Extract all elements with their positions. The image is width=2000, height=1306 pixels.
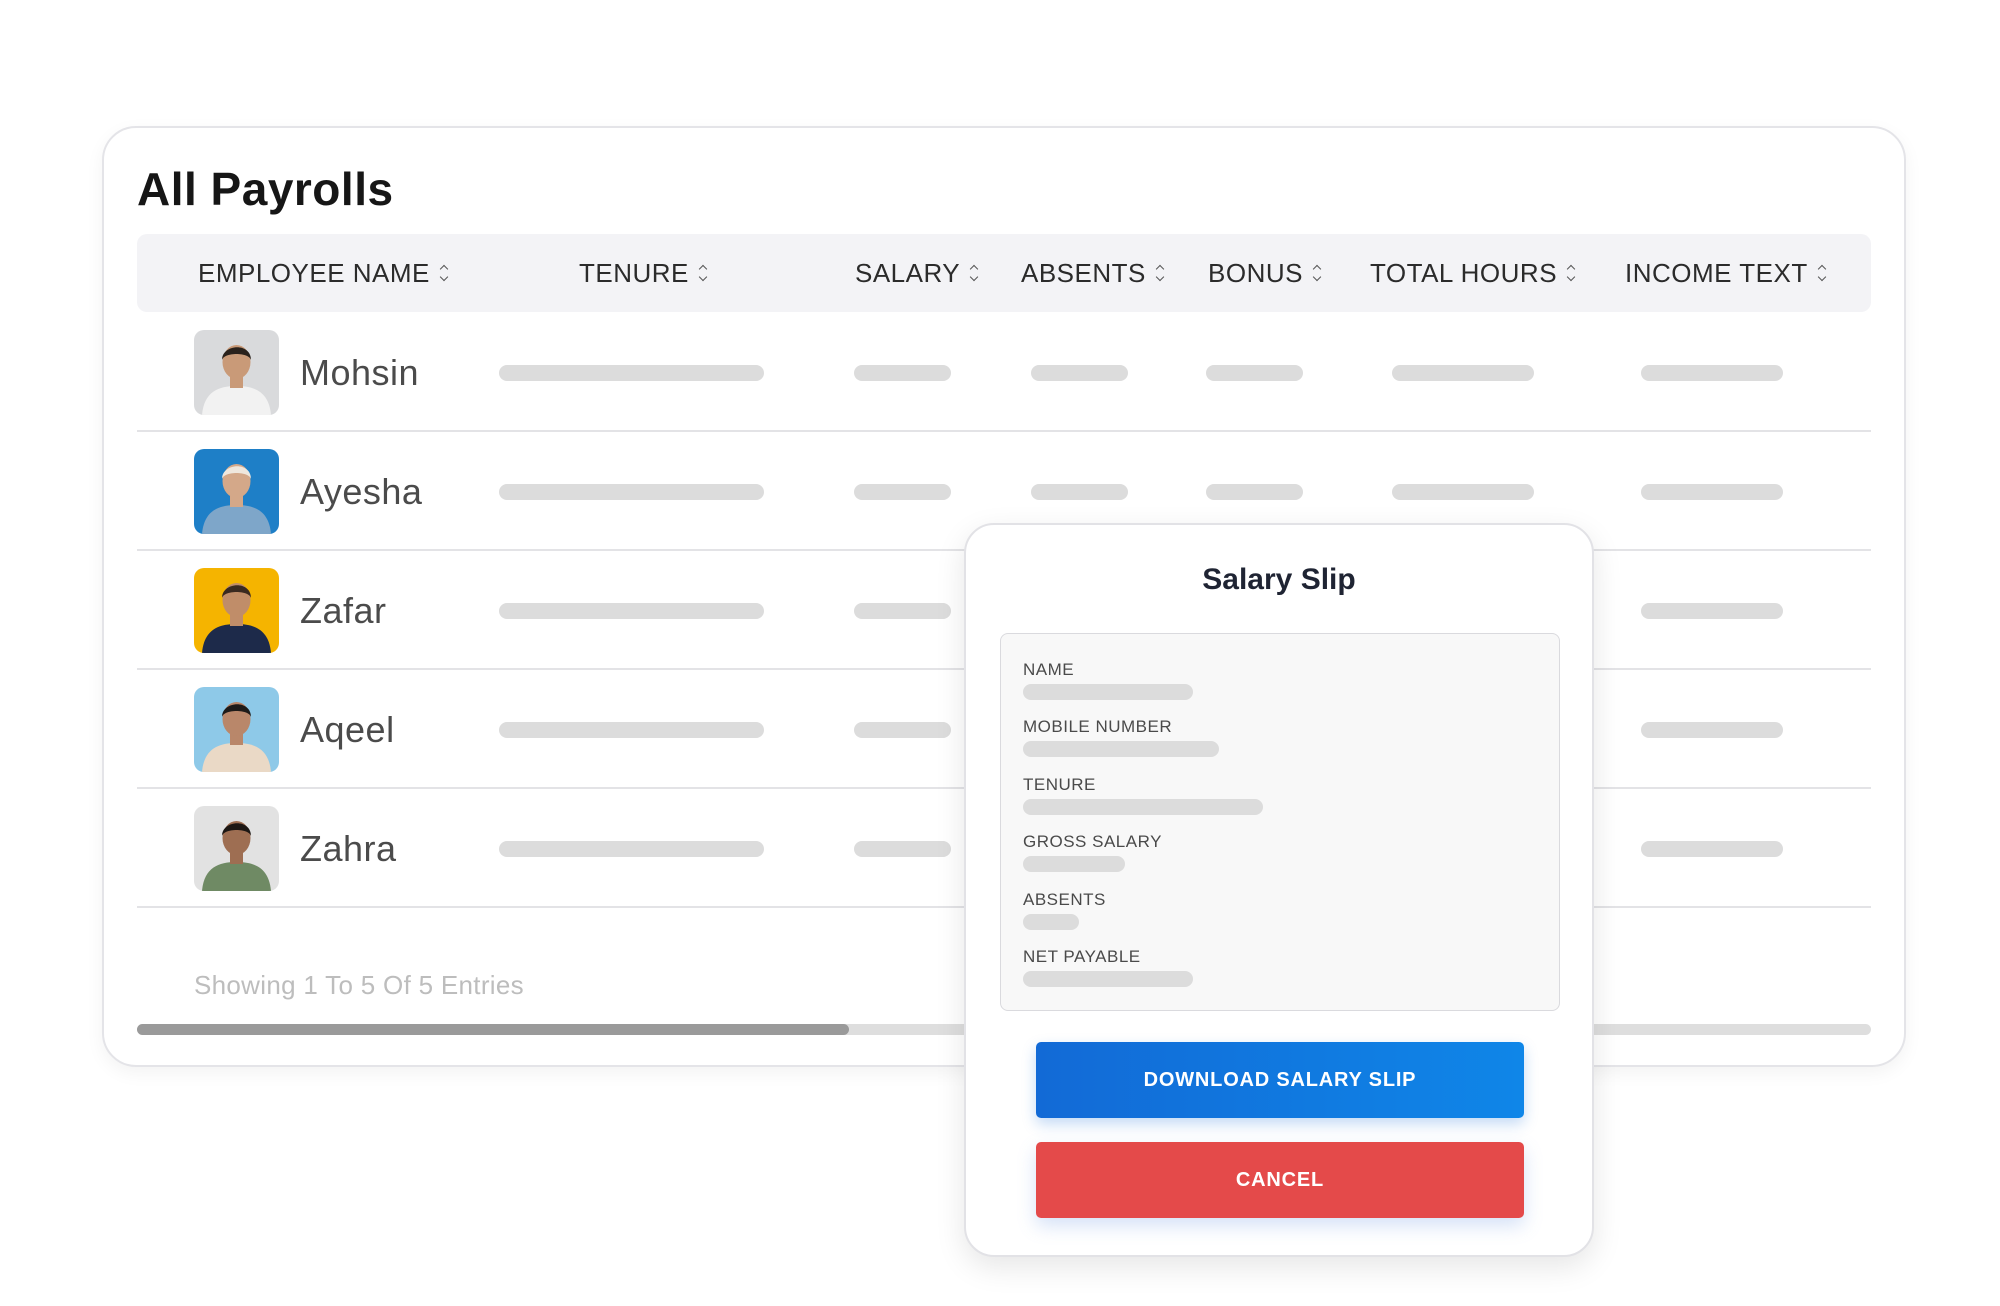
income-text-placeholder xyxy=(1641,603,1783,619)
tenure-placeholder xyxy=(499,722,764,738)
absents-placeholder xyxy=(1031,484,1128,500)
field-label-mobile-number: MOBILE NUMBER xyxy=(1023,717,1173,736)
scrollbar-thumb[interactable] xyxy=(137,1024,849,1035)
cancel-button[interactable]: CANCEL xyxy=(1036,1142,1524,1218)
field-label-absents: ABSENTS xyxy=(1023,890,1106,909)
tenure-placeholder xyxy=(499,603,764,619)
table-row[interactable]: Mohsin xyxy=(137,313,1871,432)
avatar xyxy=(194,806,279,891)
salary-placeholder xyxy=(854,365,951,381)
header-label: TOTAL HOURS xyxy=(1370,257,1558,288)
income-text-placeholder xyxy=(1641,841,1783,857)
page-title: All Payrolls xyxy=(137,163,394,215)
field-label-tenure: TENURE xyxy=(1023,775,1096,794)
header-label: EMPLOYEE NAME xyxy=(198,257,430,288)
header-label: BONUS xyxy=(1208,257,1303,288)
tenure-placeholder xyxy=(499,484,764,500)
salary-slip-details: NAME MOBILE NUMBER TENURE GROSS SALARY A… xyxy=(1000,633,1560,1011)
salary-placeholder xyxy=(854,722,951,738)
tenure-placeholder xyxy=(499,365,764,381)
field-label-net-payable: NET PAYABLE xyxy=(1023,947,1141,966)
field-value-placeholder xyxy=(1023,971,1193,987)
field-value-placeholder xyxy=(1023,914,1079,930)
employee-name: Zafar xyxy=(300,590,387,631)
sort-icon[interactable] xyxy=(440,264,450,282)
avatar xyxy=(194,687,279,772)
salary-placeholder xyxy=(854,484,951,500)
header-total-hours[interactable]: TOTAL HOURS xyxy=(1370,234,1577,312)
field-value-placeholder xyxy=(1023,741,1219,757)
income-text-placeholder xyxy=(1641,365,1783,381)
header-label: TENURE xyxy=(579,257,689,288)
header-income-text[interactable]: INCOME TEXT xyxy=(1625,234,1828,312)
income-text-placeholder xyxy=(1641,484,1783,500)
avatar xyxy=(194,330,279,415)
sort-icon[interactable] xyxy=(1567,264,1577,282)
avatar xyxy=(194,568,279,653)
salary-placeholder xyxy=(854,841,951,857)
field-label-gross-salary: GROSS SALARY xyxy=(1023,832,1162,851)
entries-info: Showing 1 To 5 Of 5 Entries xyxy=(194,970,524,1000)
sort-icon[interactable] xyxy=(1818,264,1828,282)
employee-name: Ayesha xyxy=(300,471,423,512)
employee-name: Zahra xyxy=(300,828,397,869)
salary-slip-modal: Salary Slip NAME MOBILE NUMBER TENURE GR… xyxy=(964,523,1594,1257)
total-hours-placeholder xyxy=(1392,365,1534,381)
employee-name: Aqeel xyxy=(300,709,395,750)
header-salary[interactable]: SALARY xyxy=(855,234,980,312)
header-bonus[interactable]: BONUS xyxy=(1208,234,1323,312)
field-value-placeholder xyxy=(1023,856,1125,872)
download-salary-slip-button[interactable]: DOWNLOAD SALARY SLIP xyxy=(1036,1042,1524,1118)
sort-icon[interactable] xyxy=(699,264,709,282)
field-value-placeholder xyxy=(1023,799,1263,815)
table-header: EMPLOYEE NAME TENURE SALARY ABSENTS BONU… xyxy=(137,234,1871,312)
header-absents[interactable]: ABSENTS xyxy=(1021,234,1166,312)
absents-placeholder xyxy=(1031,365,1128,381)
bonus-placeholder xyxy=(1206,484,1303,500)
sort-icon[interactable] xyxy=(970,264,980,282)
field-label-name: NAME xyxy=(1023,660,1075,679)
sort-icon[interactable] xyxy=(1156,264,1166,282)
sort-icon[interactable] xyxy=(1313,264,1323,282)
total-hours-placeholder xyxy=(1392,484,1534,500)
modal-title: Salary Slip xyxy=(1202,563,1356,596)
tenure-placeholder xyxy=(499,841,764,857)
header-label: INCOME TEXT xyxy=(1625,257,1808,288)
income-text-placeholder xyxy=(1641,722,1783,738)
header-label: SALARY xyxy=(855,257,961,288)
field-value-placeholder xyxy=(1023,684,1193,700)
header-label: ABSENTS xyxy=(1021,257,1146,288)
header-employee-name[interactable]: EMPLOYEE NAME xyxy=(198,234,450,312)
avatar xyxy=(194,449,279,534)
employee-name: Mohsin xyxy=(300,352,420,393)
header-tenure[interactable]: TENURE xyxy=(579,234,709,312)
salary-placeholder xyxy=(854,603,951,619)
bonus-placeholder xyxy=(1206,365,1303,381)
